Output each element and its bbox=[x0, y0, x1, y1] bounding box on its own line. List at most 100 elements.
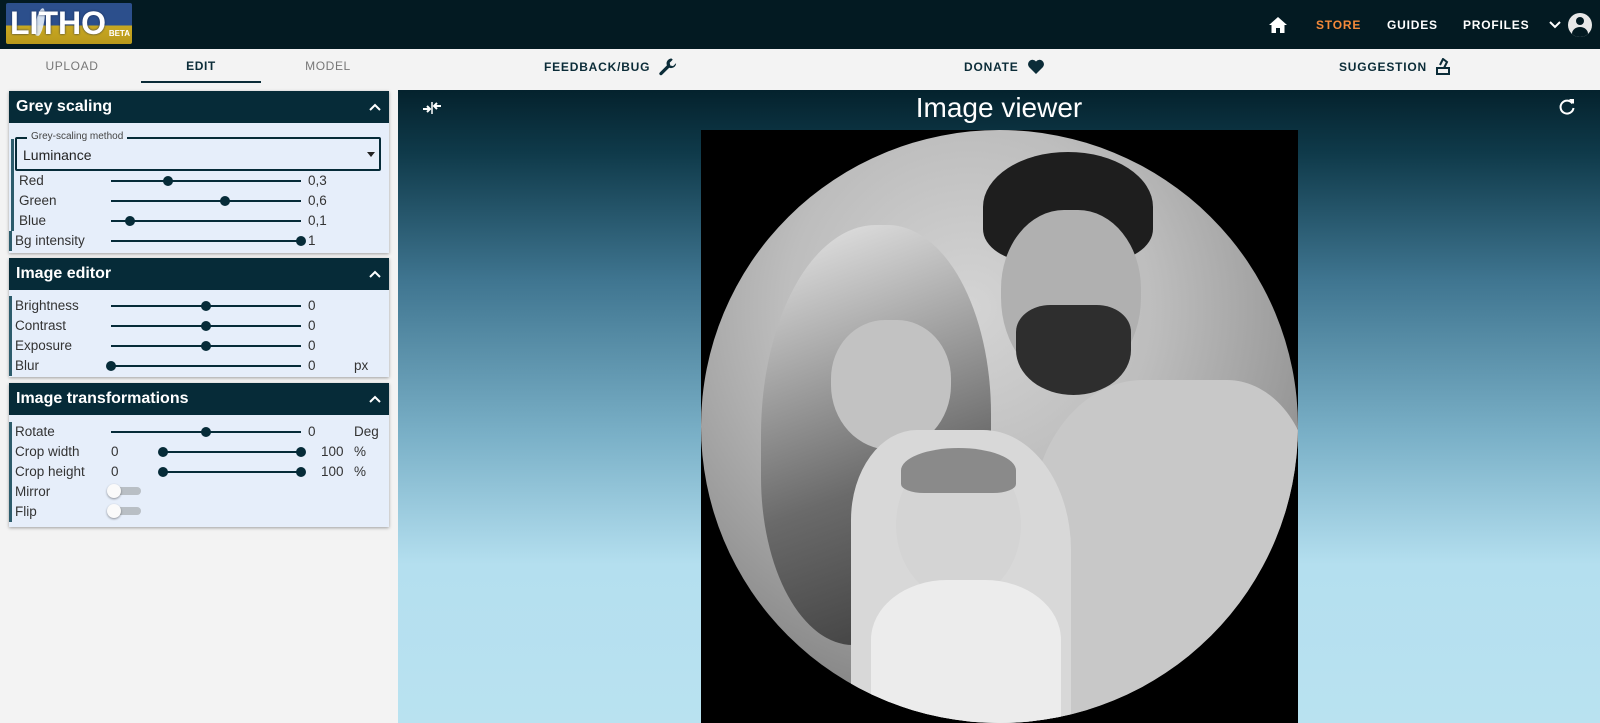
image-viewer-title: Image viewer bbox=[915, 92, 1083, 123]
avatar-icon bbox=[1568, 12, 1592, 37]
image-transformations-panel: Image transformations Rotate 0 Deg Crop … bbox=[9, 383, 389, 527]
row-marker bbox=[9, 502, 12, 522]
mirror-label: Mirror bbox=[15, 484, 51, 499]
brightness-slider-thumb[interactable] bbox=[201, 301, 211, 311]
rotate-unit: Deg bbox=[354, 424, 379, 439]
refresh-icon bbox=[1559, 99, 1575, 115]
contrast-slider[interactable] bbox=[111, 321, 301, 331]
image-editor-title: Image editor bbox=[16, 265, 112, 282]
donate-button[interactable]: DONATE bbox=[964, 49, 1045, 85]
blur-slider[interactable] bbox=[106, 361, 301, 371]
red-slider[interactable] bbox=[111, 176, 301, 186]
refresh-button[interactable] bbox=[1558, 98, 1576, 121]
crop-width-range-slider[interactable] bbox=[158, 447, 306, 457]
contrast-slider-thumb[interactable] bbox=[201, 321, 211, 331]
crop-width-min-thumb[interactable] bbox=[158, 447, 168, 457]
exposure-label: Exposure bbox=[15, 338, 73, 353]
image-transformations-title: Image transformations bbox=[16, 390, 189, 407]
ballot-box-icon bbox=[1436, 58, 1451, 75]
toggle-row-mirror: Mirror bbox=[9, 482, 389, 502]
nav-store[interactable]: STORE bbox=[1316, 0, 1361, 49]
grey-scaling-method-label: Grey-scaling method bbox=[27, 131, 128, 142]
green-label: Green bbox=[19, 193, 57, 208]
grey-scaling-header[interactable]: Grey scaling bbox=[9, 91, 389, 123]
home-button[interactable] bbox=[1266, 0, 1290, 49]
rotate-slider-thumb[interactable] bbox=[201, 427, 211, 437]
crop-width-max-thumb[interactable] bbox=[296, 447, 306, 457]
mirror-toggle[interactable] bbox=[107, 484, 141, 498]
nav-profiles[interactable]: PROFILES bbox=[1463, 0, 1529, 49]
crop-height-max-thumb[interactable] bbox=[296, 467, 306, 477]
chevron-up-icon[interactable] bbox=[369, 270, 381, 278]
feedback-bug-button[interactable]: FEEDBACK/BUG bbox=[544, 49, 678, 85]
brightness-slider[interactable] bbox=[111, 301, 301, 311]
red-slider-thumb[interactable] bbox=[163, 176, 173, 186]
row-marker bbox=[11, 171, 14, 191]
image-transformations-header[interactable]: Image transformations bbox=[9, 383, 389, 415]
bg-intensity-value: 1 bbox=[308, 233, 316, 248]
blur-slider-thumb[interactable] bbox=[106, 361, 116, 371]
green-slider[interactable] bbox=[111, 196, 301, 206]
crop-height-range-slider[interactable] bbox=[158, 467, 306, 477]
slider-row-green: Green 0,6 bbox=[9, 191, 389, 211]
row-marker bbox=[9, 422, 12, 442]
slider-row-blur: Blur 0 px bbox=[9, 356, 389, 376]
crop-width-label: Crop width bbox=[15, 444, 80, 459]
blur-value: 0 bbox=[308, 358, 316, 373]
exposure-slider-thumb[interactable] bbox=[201, 341, 211, 351]
tab-model[interactable]: MODEL bbox=[268, 49, 388, 83]
chevron-up-icon[interactable] bbox=[369, 395, 381, 403]
slider-row-crop-width: Crop width 0 100 % bbox=[9, 442, 389, 462]
top-bar: LITHO BETA STORE GUIDES PROFILES bbox=[0, 0, 1600, 49]
image-editor-header[interactable]: Image editor bbox=[9, 258, 389, 290]
suggestion-button[interactable]: SUGGESTION bbox=[1339, 49, 1451, 85]
bg-intensity-slider-thumb[interactable] bbox=[296, 236, 306, 246]
preview-image-frame bbox=[701, 130, 1298, 723]
slider-row-blue: Blue 0,1 bbox=[9, 211, 389, 231]
red-label: Red bbox=[19, 173, 44, 188]
exposure-slider[interactable] bbox=[111, 341, 301, 351]
photo-baby-hair bbox=[901, 448, 1016, 493]
flip-toggle-knob bbox=[107, 504, 121, 518]
row-marker bbox=[9, 231, 12, 251]
blur-unit: px bbox=[354, 358, 369, 373]
bg-intensity-slider[interactable] bbox=[111, 236, 306, 246]
brightness-label: Brightness bbox=[15, 298, 79, 313]
crop-width-min: 0 bbox=[111, 444, 119, 459]
slider-row-crop-height: Crop height 0 100 % bbox=[9, 462, 389, 482]
grayscale-photo bbox=[701, 130, 1298, 723]
slider-row-contrast: Contrast 0 bbox=[9, 316, 389, 336]
blue-slider[interactable] bbox=[111, 216, 301, 226]
grey-scaling-method-select[interactable]: Grey-scaling method Luminance bbox=[15, 131, 381, 171]
slider-row-red: Red 0,3 bbox=[9, 171, 389, 191]
green-slider-thumb[interactable] bbox=[220, 196, 230, 206]
rotate-slider[interactable] bbox=[111, 427, 301, 437]
chevron-up-icon[interactable] bbox=[369, 103, 381, 111]
feedback-label: FEEDBACK/BUG bbox=[544, 60, 651, 74]
row-marker bbox=[11, 191, 14, 211]
tab-upload[interactable]: UPLOAD bbox=[0, 49, 144, 83]
grey-scaling-panel: Grey scaling Grey-scaling method Luminan… bbox=[9, 91, 389, 253]
row-marker bbox=[9, 442, 12, 462]
photo-baby-body bbox=[871, 580, 1061, 723]
crop-height-max: 100 bbox=[321, 464, 344, 479]
crop-height-min: 0 bbox=[111, 464, 119, 479]
home-icon bbox=[1269, 16, 1287, 33]
slider-row-exposure: Exposure 0 bbox=[9, 336, 389, 356]
crop-height-min-thumb[interactable] bbox=[158, 467, 168, 477]
tab-edit[interactable]: EDIT bbox=[141, 49, 261, 83]
donate-label: DONATE bbox=[964, 60, 1019, 74]
blue-slider-thumb[interactable] bbox=[125, 216, 135, 226]
slider-row-bg-intensity: Bg intensity 1 bbox=[9, 231, 389, 251]
litho-logo[interactable]: LITHO BETA bbox=[6, 3, 132, 44]
account-button[interactable] bbox=[1568, 0, 1592, 49]
nav-guides[interactable]: GUIDES bbox=[1387, 0, 1438, 49]
image-viewer: Image viewer bbox=[398, 90, 1600, 723]
flip-toggle[interactable] bbox=[107, 504, 141, 518]
heart-icon bbox=[1027, 59, 1044, 74]
photo-man-shirt bbox=[1031, 380, 1298, 723]
row-marker bbox=[9, 296, 12, 316]
active-tab-indicator bbox=[141, 81, 261, 83]
account-menu-toggle[interactable] bbox=[1549, 0, 1561, 49]
field-marker bbox=[11, 139, 14, 173]
